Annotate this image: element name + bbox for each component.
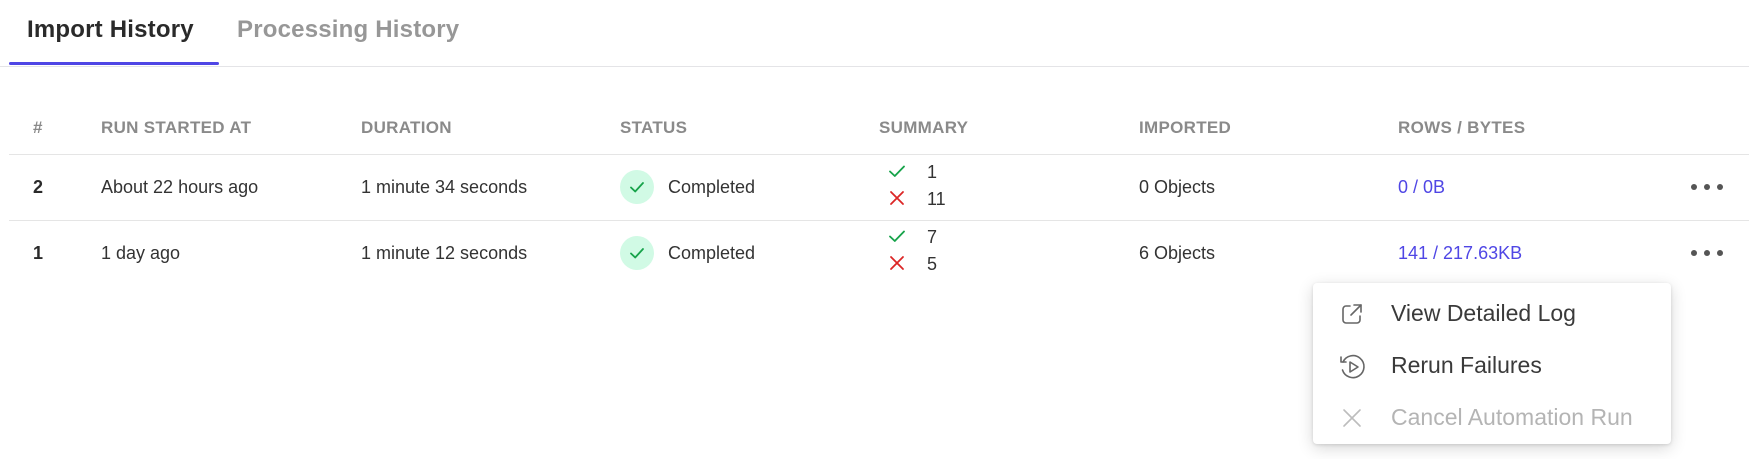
- more-dot: [1691, 250, 1697, 256]
- failed-count: 11: [927, 189, 946, 209]
- completed-check-icon: [620, 170, 654, 204]
- header-status: STATUS: [620, 118, 688, 137]
- close-icon: [1338, 404, 1366, 432]
- table-row: 1 1 day ago 1 minute 12 seconds Complete…: [9, 221, 1749, 286]
- failed-count: 5: [927, 254, 938, 274]
- run-started-at: About 22 hours ago: [101, 177, 259, 197]
- table-header: # RUN STARTED AT DURATION STATUS SUMMARY…: [9, 108, 1749, 155]
- success-check-icon: [888, 162, 906, 185]
- failed-x-icon: [888, 254, 906, 277]
- duration: 1 minute 12 seconds: [361, 243, 528, 263]
- header-run-started-at: RUN STARTED AT: [101, 118, 252, 137]
- tab-import-history[interactable]: Import History: [27, 16, 194, 44]
- menu-item-label: Rerun Failures: [1391, 352, 1542, 378]
- rows-bytes-link[interactable]: 0 / 0B: [1398, 177, 1445, 198]
- run-started-at: 1 day ago: [101, 243, 181, 263]
- more-dot: [1704, 184, 1710, 190]
- menu-item-label: View Detailed Log: [1391, 300, 1576, 326]
- header-duration: DURATION: [361, 118, 452, 137]
- more-dot: [1704, 250, 1710, 256]
- summary-success: 7: [888, 226, 937, 250]
- table-row: 2 About 22 hours ago 1 minute 34 seconds…: [9, 155, 1749, 221]
- success-count: 1: [927, 162, 938, 182]
- duration: 1 minute 34 seconds: [361, 177, 528, 197]
- imported: 0 Objects: [1139, 177, 1216, 197]
- summary-failed: 5: [888, 253, 937, 277]
- header-summary: SUMMARY: [879, 118, 969, 137]
- header-index: #: [33, 118, 43, 137]
- row-index: 1: [33, 243, 44, 263]
- actions-menu: View Detailed Log Rerun Failures Cancel …: [1313, 283, 1671, 444]
- rows-bytes-link[interactable]: 141 / 217.63KB: [1398, 243, 1522, 264]
- more-actions-button[interactable]: [1689, 241, 1725, 265]
- header-rows-bytes: ROWS / BYTES: [1398, 118, 1526, 137]
- menu-item-cancel-automation-run[interactable]: Cancel Automation Run: [1313, 392, 1671, 444]
- tab-processing-history[interactable]: Processing History: [237, 16, 459, 44]
- tab-bar: Import History Processing History: [0, 0, 1749, 67]
- completed-check-icon: [620, 236, 654, 270]
- external-link-icon: [1338, 300, 1366, 328]
- summary-success: 1: [888, 161, 937, 185]
- success-count: 7: [927, 227, 938, 247]
- summary: 7 5: [888, 226, 1008, 280]
- more-actions-button[interactable]: [1689, 175, 1725, 199]
- more-dot: [1717, 250, 1723, 256]
- active-tab-indicator: [9, 62, 219, 65]
- imported: 6 Objects: [1139, 243, 1216, 263]
- menu-item-view-detailed-log[interactable]: View Detailed Log: [1313, 288, 1671, 340]
- menu-item-label: Cancel Automation Run: [1391, 404, 1633, 430]
- menu-item-rerun-failures[interactable]: Rerun Failures: [1313, 340, 1671, 392]
- summary-failed: 11: [888, 188, 946, 212]
- row-index: 2: [33, 177, 44, 197]
- summary: 1 11: [888, 161, 1008, 215]
- status-text: Completed: [668, 243, 756, 263]
- header-imported: IMPORTED: [1139, 118, 1232, 137]
- status-text: Completed: [668, 177, 756, 197]
- failed-x-icon: [888, 189, 906, 212]
- rerun-icon: [1338, 352, 1366, 380]
- success-check-icon: [888, 227, 906, 250]
- more-dot: [1691, 184, 1697, 190]
- more-dot: [1717, 184, 1723, 190]
